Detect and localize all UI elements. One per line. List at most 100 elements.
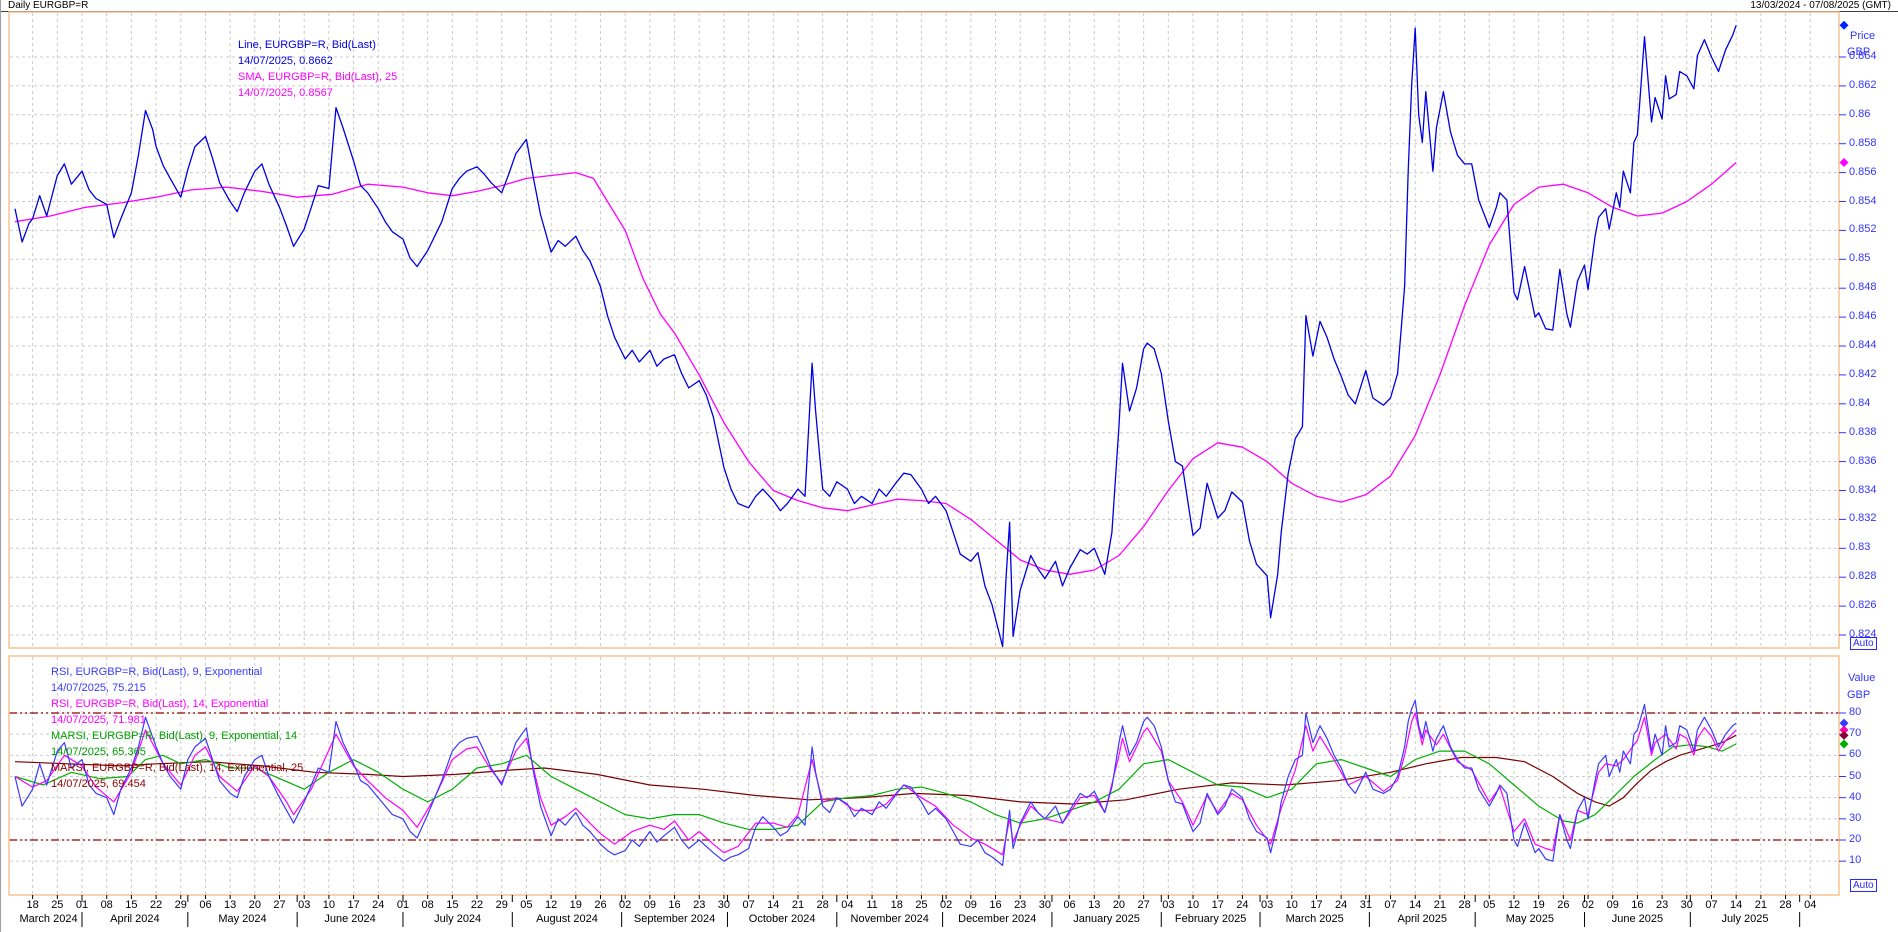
x-axis-day-label: 27 xyxy=(267,899,293,911)
x-axis-day-label: 10 xyxy=(316,899,342,911)
price-tick-label: 0.85 xyxy=(1849,252,1870,264)
rsi-legend-row: 14/07/2025, 71.981 xyxy=(51,712,303,728)
x-axis-day-label: 15 xyxy=(118,899,144,911)
x-axis-day-label: 08 xyxy=(94,899,120,911)
x-axis-day-label: 13 xyxy=(1081,899,1107,911)
chart-window: Daily EURGBP=R 13/03/2024 - 07/08/2025 (… xyxy=(0,0,1898,932)
price-axis-currency: GBP xyxy=(1847,46,1870,58)
x-axis-day-label: 11 xyxy=(859,899,885,911)
x-axis-day-label: 26 xyxy=(1550,899,1576,911)
price-tick-label: 0.852 xyxy=(1849,223,1877,235)
x-axis-day-label: 08 xyxy=(415,899,441,911)
price-axis-title: Price xyxy=(1850,30,1875,42)
x-axis-day-label: 05 xyxy=(1476,899,1502,911)
price-tick-label: 0.842 xyxy=(1849,368,1877,380)
x-axis-day-label: 15 xyxy=(439,899,465,911)
x-axis-day-label: 02 xyxy=(933,899,959,911)
x-axis-day-label: 23 xyxy=(1007,899,1033,911)
x-axis-day-label: 21 xyxy=(1748,899,1774,911)
x-axis-day-label: 23 xyxy=(686,899,712,911)
price-tick-label: 0.858 xyxy=(1849,137,1877,149)
x-axis-day-label: 21 xyxy=(785,899,811,911)
rsi-legend-row: 14/07/2025, 65.365 xyxy=(51,744,303,760)
x-axis-day-label: 09 xyxy=(637,899,663,911)
main-chart-legend: Line, EURGBP=R, Bid(Last)14/07/2025, 0.8… xyxy=(238,37,397,101)
x-axis-day-label: 30 xyxy=(1674,899,1700,911)
x-axis-day-label: 09 xyxy=(958,899,984,911)
price-tick-label: 0.832 xyxy=(1849,512,1877,524)
value-axis-currency: GBP xyxy=(1847,689,1870,701)
value-tick-label: 80 xyxy=(1849,706,1861,718)
main-legend-row: Line, EURGBP=R, Bid(Last) xyxy=(238,37,397,53)
x-axis-day-label: 23 xyxy=(1649,899,1675,911)
x-axis-day-label: 01 xyxy=(390,899,416,911)
price-marker-diamond xyxy=(1840,158,1849,167)
value-tick-label: 70 xyxy=(1849,727,1861,739)
price-axis-auto-button[interactable]: Auto xyxy=(1850,637,1877,650)
x-axis-day-label: 01 xyxy=(69,899,95,911)
price-tick-label: 0.862 xyxy=(1849,79,1877,91)
x-axis-day-label: 24 xyxy=(1229,899,1255,911)
rsi-legend-row: MARSI, EURGBP=R, Bid(Last), 14, Exponent… xyxy=(51,760,303,776)
x-axis-day-label: 30 xyxy=(711,899,737,911)
price-tick-label: 0.846 xyxy=(1849,310,1877,322)
value-axis-auto-button[interactable]: Auto xyxy=(1850,879,1877,892)
x-axis-day-label: 10 xyxy=(1279,899,1305,911)
x-axis-day-label: 05 xyxy=(513,899,539,911)
x-axis-day-label: 07 xyxy=(1378,899,1404,911)
price-marker-diamond xyxy=(1840,21,1849,30)
x-axis-day-label: 21 xyxy=(1427,899,1453,911)
price-tick-label: 0.844 xyxy=(1849,339,1877,351)
x-axis-day-label: 27 xyxy=(1131,899,1157,911)
main-panel-border xyxy=(9,12,1839,648)
x-axis-day-label: 04 xyxy=(1797,899,1823,911)
value-marker-diamond xyxy=(1840,739,1849,748)
x-axis-day-label: 03 xyxy=(291,899,317,911)
value-marker-diamond xyxy=(1840,731,1849,740)
price-tick-label: 0.828 xyxy=(1849,570,1877,582)
x-axis-day-label: 30 xyxy=(1032,899,1058,911)
x-axis-day-label: 16 xyxy=(662,899,688,911)
x-axis-day-label: 13 xyxy=(217,899,243,911)
x-axis-day-label: 02 xyxy=(612,899,638,911)
x-axis-day-label: 20 xyxy=(1106,899,1132,911)
value-tick-label: 60 xyxy=(1849,748,1861,760)
price-tick-label: 0.84 xyxy=(1849,397,1870,409)
x-axis-day-label: 12 xyxy=(1501,899,1527,911)
main-legend-row: SMA, EURGBP=R, Bid(Last), 25 xyxy=(238,69,397,85)
x-axis-day-label: 17 xyxy=(1303,899,1329,911)
value-tick-label: 40 xyxy=(1849,791,1861,803)
main-legend-row: 14/07/2025, 0.8662 xyxy=(238,53,397,69)
x-axis-day-label: 19 xyxy=(563,899,589,911)
price-tick-label: 0.848 xyxy=(1849,281,1877,293)
x-axis-day-label: 25 xyxy=(908,899,934,911)
x-axis-day-label: 14 xyxy=(1723,899,1749,911)
x-axis-day-label: 17 xyxy=(1205,899,1231,911)
x-axis-day-label: 28 xyxy=(810,899,836,911)
x-axis-day-label: 17 xyxy=(341,899,367,911)
x-axis-day-label: 24 xyxy=(365,899,391,911)
x-axis-day-label: 07 xyxy=(1698,899,1724,911)
x-axis-day-label: 28 xyxy=(1452,899,1478,911)
x-axis-day-label: 28 xyxy=(1773,899,1799,911)
value-tick-label: 30 xyxy=(1849,812,1861,824)
rsi-panel-legend: RSI, EURGBP=R, Bid(Last), 9, Exponential… xyxy=(51,664,303,792)
x-axis-day-label: 22 xyxy=(143,899,169,911)
x-axis-day-label: 16 xyxy=(983,899,1009,911)
rsi-legend-row: 14/07/2025, 75.215 xyxy=(51,680,303,696)
price-tick-label: 0.826 xyxy=(1849,599,1877,611)
x-axis-day-label: 04 xyxy=(834,899,860,911)
rsi-legend-row: 14/07/2025, 69.454 xyxy=(51,776,303,792)
x-axis-day-label: 03 xyxy=(1155,899,1181,911)
rsi-legend-row: RSI, EURGBP=R, Bid(Last), 9, Exponential xyxy=(51,664,303,680)
value-tick-label: 50 xyxy=(1849,770,1861,782)
x-axis-day-label: 06 xyxy=(192,899,218,911)
price-tick-label: 0.834 xyxy=(1849,484,1877,496)
rsi-legend-row: MARSI, EURGBP=R, Bid(Last), 9, Exponenti… xyxy=(51,728,303,744)
chart-canvas xyxy=(1,0,1898,932)
sma-line xyxy=(15,163,1736,575)
x-axis-day-label: 18 xyxy=(20,899,46,911)
x-axis-month-label: July 2025 xyxy=(1675,913,1815,925)
price-tick-label: 0.83 xyxy=(1849,541,1870,553)
x-axis-day-label: 03 xyxy=(1254,899,1280,911)
